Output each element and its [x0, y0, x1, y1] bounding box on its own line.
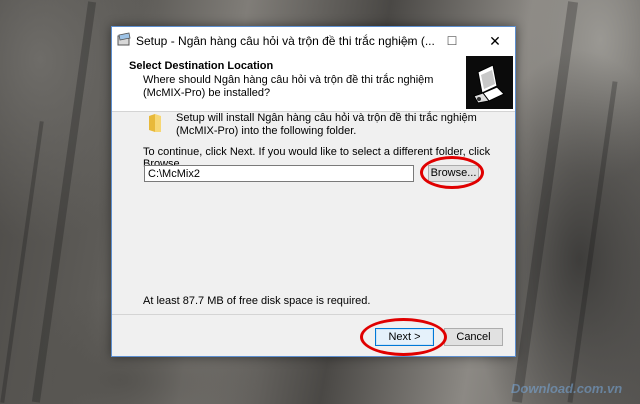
folder-icon	[149, 114, 161, 132]
watermark: Download.com.vn	[511, 381, 623, 396]
wizard-header: Select Destination Location Where should…	[112, 55, 515, 112]
close-button[interactable]: ✕	[478, 27, 512, 55]
wizard-footer: Next > Cancel	[112, 314, 515, 358]
wizard-body: Setup will install Ngân hàng câu hỏi và …	[112, 112, 515, 314]
setup-app-icon	[117, 32, 131, 46]
next-highlight-circle	[360, 318, 447, 356]
title-bar[interactable]: Setup - Ngân hàng câu hỏi và trộn đề thi…	[112, 27, 515, 55]
cancel-button[interactable]: Cancel	[444, 328, 503, 346]
setup-window: Setup - Ngân hàng câu hỏi và trộn đề thi…	[111, 26, 516, 357]
disk-space-note: At least 87.7 MB of free disk space is r…	[143, 295, 371, 307]
maximize-button[interactable]: ☐	[435, 27, 469, 55]
destination-path-input[interactable]	[144, 165, 414, 182]
minimize-button[interactable]: —	[389, 27, 423, 55]
page-title: Select Destination Location	[129, 60, 274, 72]
browse-highlight-circle	[420, 156, 484, 189]
install-description: Setup will install Ngân hàng câu hỏi và …	[176, 112, 477, 137]
computer-disk-icon	[466, 56, 513, 109]
page-subtitle: Where should Ngân hàng câu hỏi và trộn đ…	[143, 74, 434, 99]
